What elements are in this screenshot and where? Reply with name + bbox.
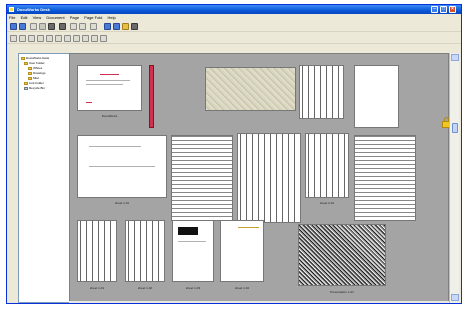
scroll-thumb[interactable] bbox=[452, 123, 458, 133]
horizontal-scrollbar[interactable] bbox=[69, 301, 449, 303]
thumbnail-page[interactable] bbox=[125, 220, 165, 282]
thumbnail-caption: sheet 1-04 bbox=[234, 286, 250, 290]
thumbnail-page[interactable] bbox=[172, 220, 214, 282]
window-title: DocuWorks Desk bbox=[17, 7, 50, 12]
new-document-icon[interactable] bbox=[30, 23, 37, 30]
thumbnail-page[interactable] bbox=[77, 135, 167, 198]
thumbnail-caption: sheet 2-01 bbox=[319, 201, 335, 205]
folder-icon bbox=[24, 81, 28, 85]
thumbnail-area: DocuWorks sheet 1-01 sheet 2-01 sheet 1-… bbox=[69, 53, 451, 303]
zoom-fit-icon[interactable] bbox=[10, 35, 17, 42]
page-logo bbox=[85, 102, 92, 103]
secondary-toolbar bbox=[7, 33, 461, 44]
main-toolbar bbox=[7, 21, 461, 32]
folder-icon bbox=[28, 71, 32, 75]
page-text-line bbox=[88, 166, 156, 167]
close-button[interactable]: × bbox=[449, 6, 456, 13]
folder-icon bbox=[21, 56, 25, 60]
vertical-scrollbar[interactable] bbox=[449, 53, 459, 303]
scroll-up-icon[interactable] bbox=[451, 54, 459, 61]
search-icon[interactable] bbox=[91, 35, 98, 42]
view-mode-icon[interactable] bbox=[131, 23, 138, 30]
folder-tree: DocuWorks Desk User Folder Offices Drawi… bbox=[18, 53, 73, 303]
thumbnail-caption: sheet 1-03 bbox=[185, 286, 201, 290]
thumbnail-map[interactable] bbox=[205, 67, 296, 111]
menu-page-fold[interactable]: Page Fold bbox=[82, 14, 104, 21]
menu-edit[interactable]: Edit bbox=[19, 14, 30, 21]
back-icon[interactable] bbox=[10, 23, 17, 30]
page-text-line bbox=[88, 146, 142, 147]
stamp-icon[interactable] bbox=[122, 23, 129, 30]
scroll-down-icon[interactable] bbox=[451, 294, 459, 301]
binder-spine[interactable] bbox=[149, 65, 154, 128]
list-view-icon[interactable] bbox=[64, 35, 71, 42]
page-text-line bbox=[237, 227, 259, 228]
menu-file[interactable]: File bbox=[7, 14, 17, 21]
thumbnail-caption: Presentation 1-01 bbox=[330, 290, 354, 294]
thumbnail-site-map[interactable] bbox=[298, 224, 386, 286]
print-icon[interactable] bbox=[48, 23, 55, 30]
thumbnail-caption: DocuWorks bbox=[101, 114, 118, 118]
thumbnail-caption: sheet 1-01 bbox=[89, 286, 105, 290]
thumbnail-page[interactable] bbox=[77, 220, 117, 282]
thumbnail-page[interactable] bbox=[299, 65, 344, 119]
thumbnail-caption: sheet 1-01 bbox=[114, 201, 130, 205]
folder-icon bbox=[28, 66, 32, 70]
page-image bbox=[177, 227, 198, 235]
thumbnail-size-icon[interactable] bbox=[55, 35, 62, 42]
menu-bar: File Edit View Document Page Page Fold H… bbox=[7, 14, 461, 21]
menu-page[interactable]: Page bbox=[68, 14, 81, 21]
thumbnail-page[interactable] bbox=[220, 220, 264, 282]
page-text-line bbox=[177, 241, 206, 242]
menu-help[interactable]: Help bbox=[106, 14, 118, 21]
title-bar[interactable]: DocuWorks Desk – □ × bbox=[7, 5, 461, 14]
detail-view-icon[interactable] bbox=[73, 35, 80, 42]
forward-icon[interactable] bbox=[19, 23, 26, 30]
thumbnail-cover[interactable] bbox=[77, 65, 142, 111]
sort-icon[interactable] bbox=[46, 35, 53, 42]
copy-icon[interactable] bbox=[39, 23, 46, 30]
minimize-button[interactable]: – bbox=[431, 6, 438, 13]
thumbnail-drawing[interactable] bbox=[237, 133, 301, 223]
prev-icon[interactable] bbox=[104, 23, 111, 30]
rotate-icon[interactable] bbox=[37, 35, 44, 42]
maximize-button[interactable]: □ bbox=[440, 6, 447, 13]
trash-icon bbox=[24, 86, 28, 90]
folder-icon bbox=[24, 61, 28, 65]
zoom-out-icon[interactable] bbox=[28, 35, 35, 42]
page-text-line bbox=[100, 74, 119, 75]
menu-document[interactable]: Document bbox=[44, 14, 66, 21]
menu-view[interactable]: View bbox=[31, 14, 44, 21]
thumbnail-caption: sheet 1-02 bbox=[137, 286, 153, 290]
next-icon[interactable] bbox=[113, 23, 120, 30]
properties-icon[interactable] bbox=[82, 35, 89, 42]
page-text-line bbox=[85, 80, 130, 81]
scan-icon[interactable] bbox=[59, 23, 66, 30]
thumbnail-locked[interactable] bbox=[354, 65, 399, 128]
bind-icon[interactable] bbox=[70, 23, 77, 30]
folder-icon bbox=[28, 76, 32, 80]
thumbnail-page[interactable] bbox=[305, 133, 349, 198]
page-text-line bbox=[85, 84, 124, 85]
tree-item-recycle-bin[interactable]: Recycle Bin bbox=[21, 86, 70, 91]
refresh-icon[interactable] bbox=[100, 35, 107, 42]
annotate-icon[interactable] bbox=[90, 23, 97, 30]
thumbnail-floor-plan[interactable] bbox=[171, 135, 233, 221]
unbind-icon[interactable] bbox=[79, 23, 86, 30]
app-window: DocuWorks Desk – □ × File Edit View Docu… bbox=[6, 4, 462, 304]
app-icon bbox=[9, 7, 14, 12]
zoom-in-icon[interactable] bbox=[19, 35, 26, 42]
thumbnail-floor-plan[interactable] bbox=[354, 135, 416, 221]
